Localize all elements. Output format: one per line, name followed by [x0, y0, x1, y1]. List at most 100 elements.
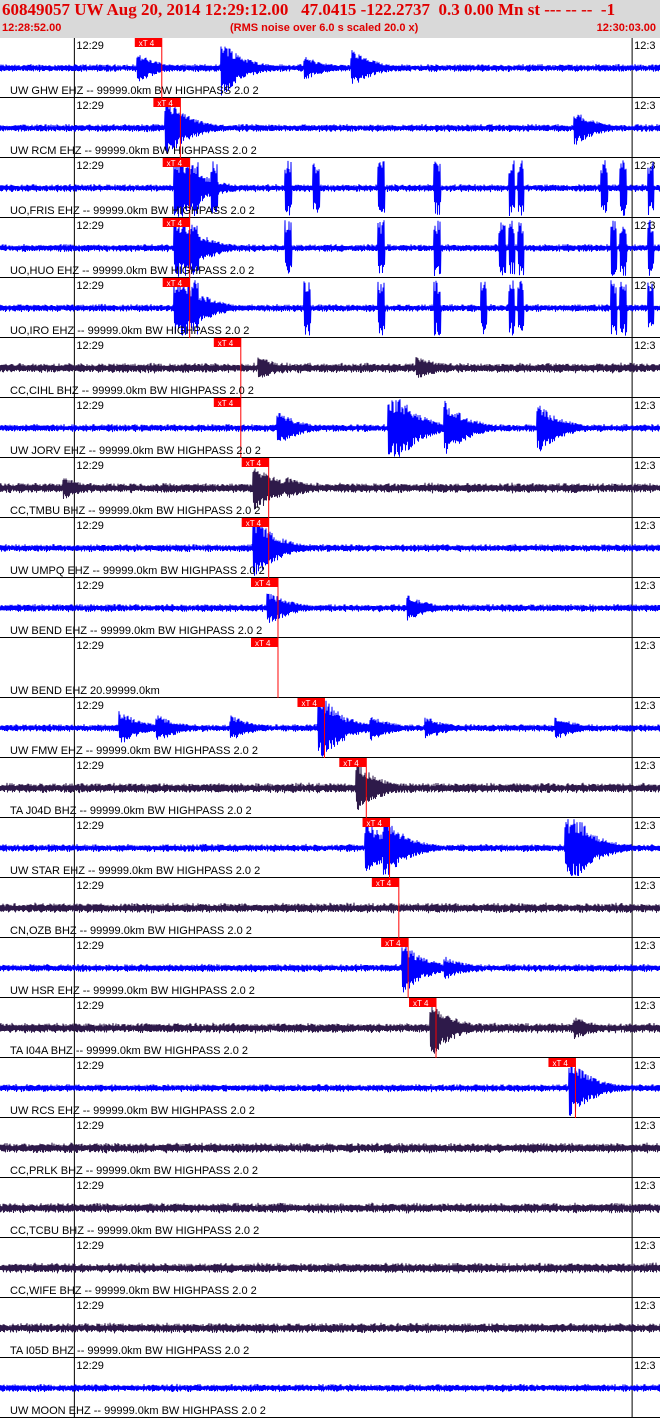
- station-label: TA I05D BHZ -- 99999.0km BW HIGHPASS 2.0…: [10, 1345, 249, 1357]
- station-label: UW BEND EHZ -- 99999.0km BW HIGHPASS 2.0…: [10, 625, 262, 637]
- trace-panel: 12:29 12:3 xT 4 UW RCM EHZ -- 99999.0km BW …: [0, 98, 660, 158]
- scaling-note: (RMS noise over 6.0 s scaled 20.0 x): [230, 22, 419, 34]
- station-label: UW RCM EHZ -- 99999.0km BW HIGHPASS 2.0 …: [10, 145, 257, 157]
- pick-label: xT 4: [255, 579, 271, 588]
- pick-label: xT 4: [385, 939, 401, 948]
- minute-tick-label: 12:3: [634, 1000, 655, 1012]
- time-range-bar: 12:28:52.00 (RMS noise over 6.0 s scaled…: [0, 22, 660, 36]
- waveform: [0, 1322, 660, 1334]
- station-label: CC,TMBU BHZ -- 99999.0km BW HIGHPASS 2.0…: [10, 505, 260, 517]
- trace-panel: 12:29 12:3 xT 4 CC,CIHL BHZ -- 99999.0km BW…: [0, 338, 660, 398]
- minute-tick-label: 12:29: [76, 340, 104, 352]
- station-label: UO,HUO EHZ -- 99999.0km BW HIGHPASS 2.0 …: [10, 265, 254, 277]
- minute-tick-label: 12:29: [76, 700, 104, 712]
- trace-panel: 12:29 12:3 xT 4 UW FMW EHZ -- 99999.0km BW …: [0, 698, 660, 758]
- event-title: 60849057 UW Aug 20, 2014 12:29:12.00 47.…: [2, 0, 616, 19]
- minute-tick-label: 12:29: [76, 160, 104, 172]
- minute-tick-label: 12:29: [76, 760, 104, 772]
- minute-tick-label: 12:29: [76, 640, 104, 652]
- station-label: UW UMPQ EHZ -- 99999.0km BW HIGHPASS 2.0…: [10, 565, 265, 577]
- station-label: UW JORV EHZ -- 99999.0km BW HIGHPASS 2.0…: [10, 445, 261, 457]
- waveform: [0, 357, 660, 378]
- pick-label: xT 4: [218, 399, 234, 408]
- minute-tick-label: 12:3: [634, 880, 655, 892]
- minute-tick-label: 12:29: [76, 40, 104, 52]
- station-label: UW MOON EHZ -- 99999.0km BW HIGHPASS 2.0…: [10, 1405, 266, 1417]
- minute-tick-label: 12:3: [634, 1060, 655, 1072]
- station-label: CN,OZB BHZ -- 99999.0km BW HIGHPASS 2.0 …: [10, 925, 252, 937]
- pick-label: xT 4: [157, 99, 173, 108]
- trace-panel: 12:29 12:3 CC,WIFE BHZ -- 99999.0km BW HIG…: [0, 1238, 660, 1298]
- minute-tick-label: 12:3: [634, 100, 655, 112]
- trace-panel: 12:29 12:3 xT 4 TA J04D BHZ -- 99999.0km BW…: [0, 758, 660, 818]
- minute-tick-label: 12:3: [634, 820, 655, 832]
- minute-tick-label: 12:3: [634, 580, 655, 592]
- trace-panel: 12:29 12:3xT 4UO,IRO EHZ -- 99999.0km BW …: [0, 278, 660, 338]
- station-label: UW RCS EHZ -- 99999.0km BW HIGHPASS 2.0 …: [10, 1105, 255, 1117]
- station-label: CC,TCBU BHZ -- 99999.0km BW HIGHPASS 2.0…: [10, 1225, 259, 1237]
- station-label: UW BEND EHZ 20.99999.0km: [10, 685, 160, 697]
- trace-panel: 12:29 12:3 xT 4 CC,TMBU BHZ -- 99999.0km BW…: [0, 458, 660, 518]
- pick-label: xT 4: [376, 879, 392, 888]
- minute-tick-label: 12:3: [634, 220, 655, 232]
- pick-label: xT 4: [246, 519, 262, 528]
- waveform: [0, 593, 660, 623]
- minute-tick-label: 12:3: [634, 340, 655, 352]
- trace-panel: 12:29 12:3 xT 4 UW BEND EHZ -- 99999.0km BW…: [0, 578, 660, 638]
- trace-panel: 12:29 12:3 xT 4 UW BEND EHZ 20.99999.0km: [0, 638, 660, 698]
- minute-tick-label: 12:3: [634, 400, 655, 412]
- trace-panel: 12:29 12:3 xT 4 UW HSR EHZ -- 99999.0km BW …: [0, 938, 660, 998]
- minute-tick-label: 12:29: [76, 880, 104, 892]
- minute-tick-label: 12:3: [634, 640, 655, 652]
- waveform: [0, 1262, 660, 1274]
- trace-panel: 12:29 12:3 xT 4 UW RCS EHZ -- 99999.0km BW …: [0, 1058, 660, 1118]
- trace-panel: 12:29 12:3 CC,PRLK BHZ -- 99999.0km BW HIG…: [0, 1118, 660, 1178]
- station-label: UW STAR EHZ -- 99999.0km BW HIGHPASS 2.0…: [10, 865, 260, 877]
- pick-label: xT 4: [167, 159, 183, 168]
- waveform: [0, 1142, 660, 1154]
- minute-tick-label: 12:3: [634, 1300, 655, 1312]
- minute-tick-label: 12:29: [76, 940, 104, 952]
- trace-panel: 12:29 12:3 xT 4 UO,HUO EHZ -- 99999.0km BW …: [0, 218, 660, 278]
- trace-panel: 12:29 12:3 xT 4 UW JORV EHZ -- 99999.0km BW…: [0, 398, 660, 458]
- minute-tick-label: 12:3: [634, 700, 655, 712]
- minute-tick-label: 12:29: [76, 1060, 104, 1072]
- minute-tick-label: 12:29: [76, 400, 104, 412]
- minute-tick-label: 12:29: [76, 580, 104, 592]
- trace-panel: 12:29 12:3 xT 4 UW GHW EHZ -- 99999.0km BW …: [0, 38, 660, 98]
- waveform: [0, 1202, 660, 1214]
- minute-tick-label: 12:3: [634, 1180, 655, 1192]
- pick-label: xT 4: [167, 219, 183, 228]
- minute-tick-label: 12:29: [76, 100, 104, 112]
- minute-tick-label: 12:3: [634, 760, 655, 772]
- station-label: TA I04A BHZ -- 99999.0km BW HIGHPASS 2.0…: [10, 1045, 248, 1057]
- minute-tick-label: 12:3: [634, 940, 655, 952]
- pick-label: xT 4: [246, 459, 262, 468]
- trace-panel: 12:29 12:3 UW MOON EHZ -- 99999.0km BW HIG…: [0, 1358, 660, 1418]
- station-label: CC,CIHL BHZ -- 99999.0km BW HIGHPASS 2.0…: [10, 385, 254, 397]
- trace-panel: 12:29 12:3 xT 4 UW STAR EHZ -- 99999.0km BW…: [0, 818, 660, 878]
- trace-panel: 12:29 12:3 xT 4 UW UMPQ EHZ -- 99999.0km BW…: [0, 518, 660, 578]
- pick-label: xT 4: [343, 759, 359, 768]
- minute-tick-label: 12:29: [76, 1180, 104, 1192]
- trace-panel: 12:29 12:3 TA I05D BHZ -- 99999.0km BW HIG…: [0, 1298, 660, 1358]
- pick-label: xT 4: [255, 639, 271, 648]
- minute-tick-label: 12:3: [634, 1240, 655, 1252]
- trace-panel: 12:29 12:3 CC,TCBU BHZ -- 99999.0km BW HIG…: [0, 1178, 660, 1238]
- station-label: UO,FRIS EHZ -- 99999.0km BW HIGHPASS 2.0…: [10, 205, 255, 217]
- minute-tick-label: 12:29: [76, 1300, 104, 1312]
- minute-tick-label: 12:3: [634, 1120, 655, 1132]
- minute-tick-label: 12:29: [76, 1240, 104, 1252]
- minute-tick-label: 12:29: [76, 520, 104, 532]
- minute-tick-label: 12:29: [76, 1120, 104, 1132]
- minute-tick-label: 12:29: [76, 280, 104, 292]
- minute-tick-label: 12:3: [634, 520, 655, 532]
- minute-tick-label: 12:3: [634, 40, 655, 52]
- station-label: UW FMW EHZ -- 99999.0km BW HIGHPASS 2.0 …: [10, 745, 258, 757]
- station-label: UO,IRO EHZ -- 99999.0km BW HIGHPASS 2.0 …: [10, 325, 249, 337]
- minute-tick-label: 12:3: [634, 460, 655, 472]
- waveform: [0, 468, 660, 510]
- pick-label: xT 4: [167, 279, 183, 288]
- minute-tick-label: 12:29: [76, 1360, 104, 1372]
- waveform: [0, 902, 660, 914]
